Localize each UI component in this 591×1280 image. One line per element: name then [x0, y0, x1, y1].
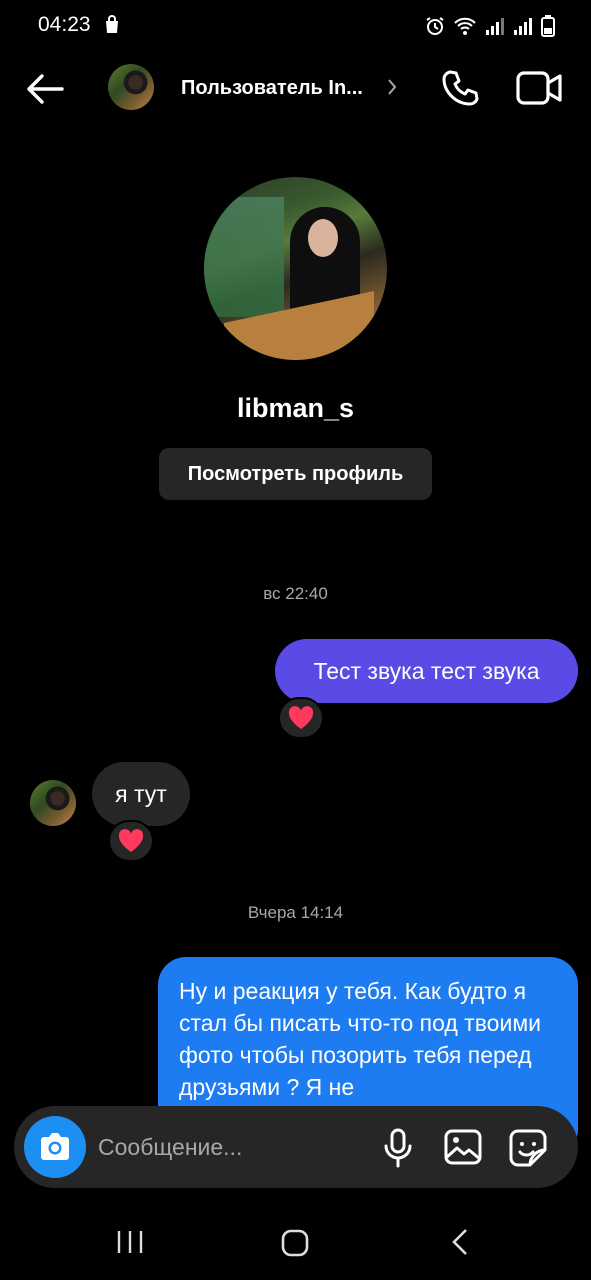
shopping-bag-icon: [103, 15, 121, 40]
message-bubble-incoming[interactable]: я тут: [92, 762, 190, 826]
back-arrow-icon: [27, 74, 64, 104]
recents-button[interactable]: [116, 1229, 144, 1260]
sender-avatar[interactable]: [30, 780, 76, 826]
profile-username: libman_s: [236, 393, 355, 423]
message-timestamp: Вчера 14:14: [247, 903, 344, 922]
system-navigation-bar: [0, 1205, 591, 1280]
chevron-left-icon: [452, 1229, 467, 1255]
message-text: Тест звука тест звука: [313, 657, 540, 684]
gallery-button[interactable]: [444, 1129, 482, 1165]
alarm-icon: [425, 16, 445, 41]
signal-icon: [485, 16, 505, 41]
home-button[interactable]: [281, 1229, 309, 1262]
message-bubble-outgoing[interactable]: Тест звука тест звука: [275, 639, 578, 703]
message-reaction[interactable]: [278, 697, 324, 739]
status-icons: [425, 15, 555, 42]
home-icon: [281, 1229, 309, 1257]
message-timestamp: вс 22:40: [263, 584, 328, 603]
header-avatar[interactable]: [108, 64, 154, 110]
message-input[interactable]: [98, 1131, 368, 1163]
sticker-button[interactable]: [508, 1128, 548, 1168]
chat-header: Пользователь In...: [0, 52, 591, 126]
status-bar: 04:23: [0, 0, 591, 52]
message-composer: [14, 1106, 578, 1188]
sticker-icon: [509, 1129, 547, 1167]
back-button[interactable]: [24, 69, 66, 109]
audio-call-button[interactable]: [440, 68, 480, 108]
signal-icon-2: [513, 16, 533, 41]
message-text: Ну и реакция у тебя. Как будто я стал бы…: [179, 978, 541, 1100]
heart-icon: [288, 706, 314, 729]
profile-photo[interactable]: [204, 177, 387, 360]
camera-icon: [41, 1133, 69, 1160]
battery-icon: [541, 15, 555, 42]
video-camera-icon: [516, 71, 562, 105]
wifi-icon: [453, 16, 477, 41]
view-profile-button[interactable]: Посмотреть профиль: [159, 448, 432, 500]
recents-icon: [117, 1231, 143, 1253]
heart-icon: [118, 829, 144, 852]
message-reaction[interactable]: [108, 820, 154, 862]
phone-icon: [442, 70, 479, 106]
video-call-button[interactable]: [516, 70, 562, 106]
message-text: я тут: [115, 780, 167, 807]
microphone-icon: [384, 1128, 412, 1168]
chat-title[interactable]: Пользователь In...: [181, 77, 363, 100]
system-back-button[interactable]: [450, 1227, 470, 1262]
voice-message-button[interactable]: [382, 1128, 414, 1168]
gallery-icon: [444, 1129, 482, 1165]
camera-button[interactable]: [24, 1116, 86, 1178]
chevron-right-icon[interactable]: [386, 77, 398, 102]
status-time: 04:23: [38, 13, 91, 36]
